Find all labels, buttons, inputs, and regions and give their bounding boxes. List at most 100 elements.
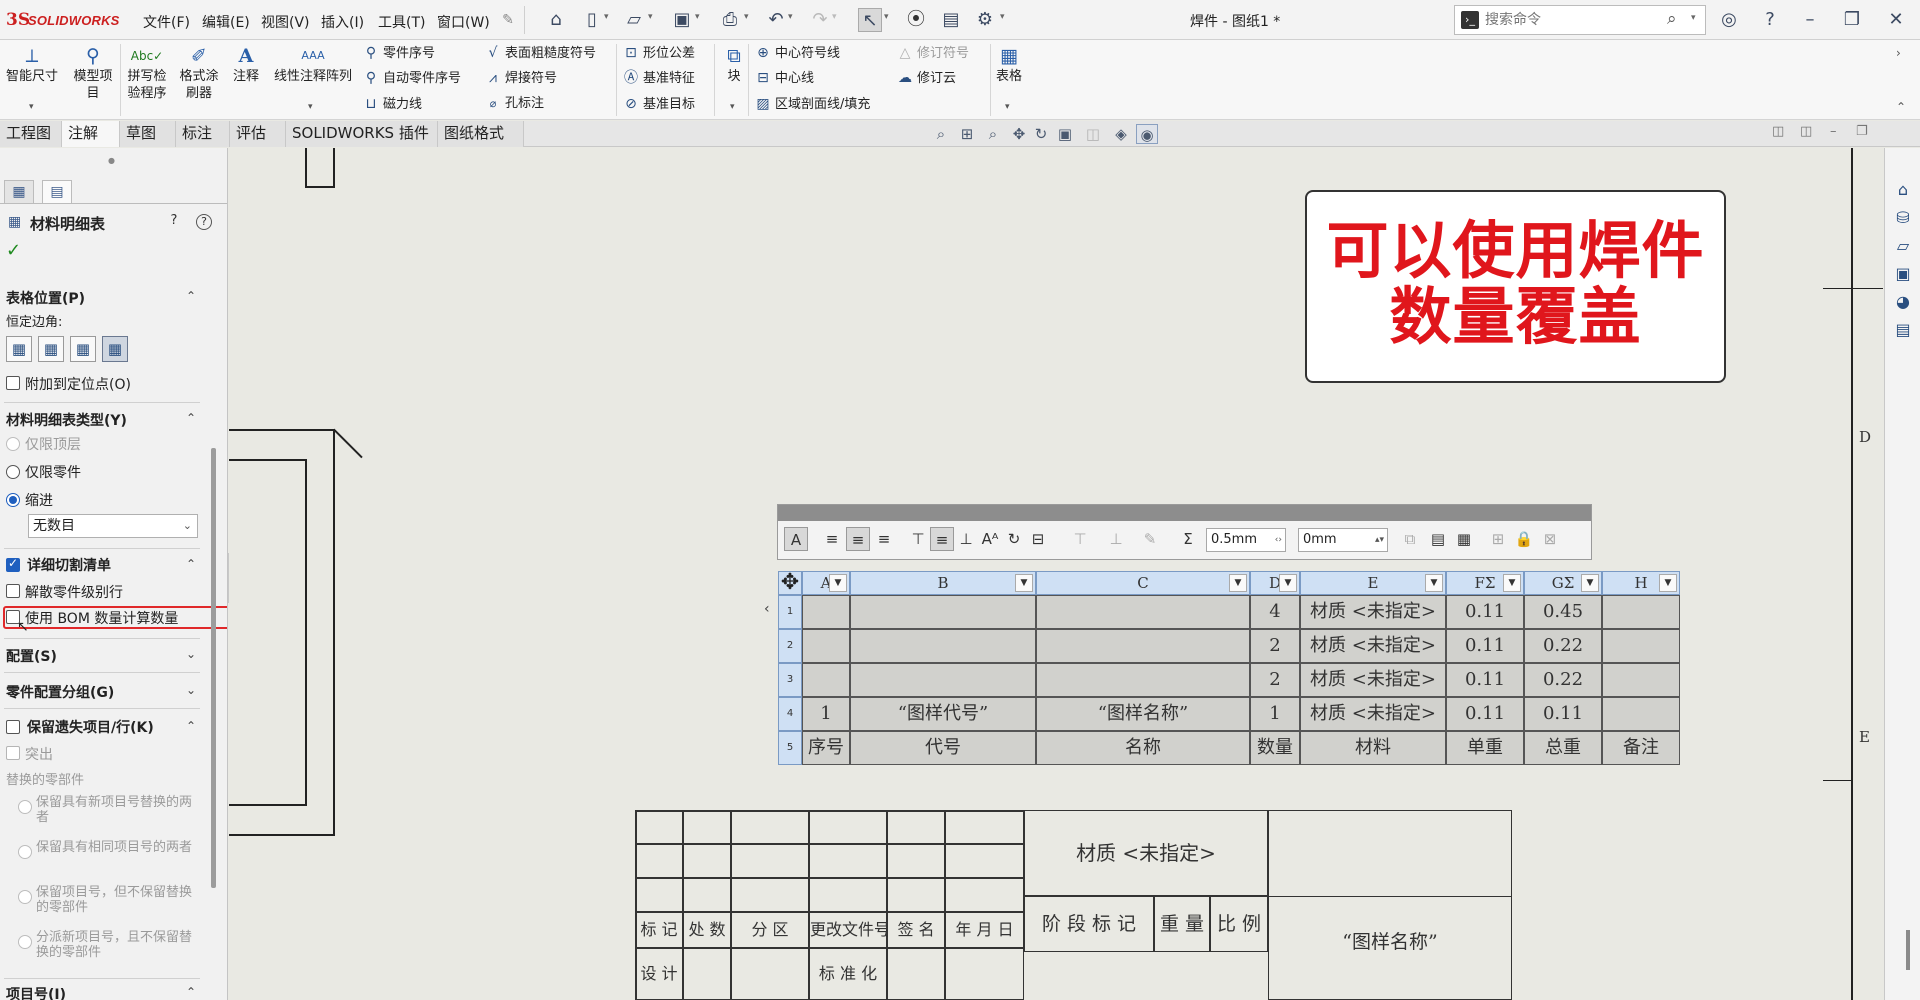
bom-cell[interactable]: 0.11 — [1446, 663, 1524, 697]
bom-header-cell[interactable]: 材料 — [1300, 731, 1446, 765]
bom-cell[interactable] — [802, 595, 850, 629]
attach-to-anchor-checkbox[interactable] — [6, 376, 20, 390]
new-document-icon[interactable]: ▯ — [580, 8, 604, 32]
bom-cell[interactable] — [1602, 663, 1680, 697]
chevron-down-icon[interactable]: ▾ — [730, 102, 735, 112]
whats-wrong-icon[interactable]: ? — [166, 214, 182, 230]
pan-icon[interactable]: ✥ — [1008, 124, 1030, 144]
view-settings-icon[interactable]: ▣ — [1054, 124, 1076, 144]
sum-icon[interactable]: Σ — [1176, 527, 1200, 551]
cell-spacing-spinner[interactable]: 0mm ▴▾ — [1298, 528, 1388, 552]
bom-cell[interactable] — [1036, 663, 1250, 697]
solidworks-logo[interactable]: 3S SOLIDWORKS — [6, 10, 119, 30]
feature-manager-tab-icon[interactable]: ▦ — [4, 180, 34, 204]
menu-view[interactable]: 视图(V) — [261, 12, 310, 32]
doc-restore-icon[interactable]: ❐ — [1856, 124, 1868, 139]
lock-icon[interactable]: 🔒 — [1512, 527, 1536, 551]
bom-cell[interactable]: 0.11 — [1446, 595, 1524, 629]
hide-show-icon[interactable]: ◈ — [1110, 124, 1132, 144]
tile-right-icon[interactable]: ◫ — [1800, 124, 1812, 139]
collapse-arrow-icon[interactable]: ‹ — [764, 601, 770, 617]
previous-view-icon[interactable]: ⌕ — [982, 124, 1004, 144]
insert-row-below-icon[interactable]: ⊥ — [1104, 527, 1128, 551]
bom-cell[interactable] — [802, 663, 850, 697]
centerline-button[interactable]: ⊟ 中心线 — [754, 67, 814, 89]
undo-icon[interactable]: ↶ — [764, 8, 788, 32]
align-right-icon[interactable]: ≡ — [872, 527, 896, 551]
ok-checkmark-icon[interactable]: ✓ — [6, 240, 21, 261]
note-button[interactable]: A 注释 — [228, 44, 264, 85]
chevron-down-icon[interactable]: ▾ — [1691, 13, 1696, 23]
tab-sketch[interactable]: 草图 — [120, 121, 176, 147]
top-level-only-radio[interactable] — [6, 437, 20, 451]
chevron-down-icon[interactable]: ▾ — [1000, 12, 1005, 22]
bom-cell[interactable]: 0.22 — [1524, 663, 1602, 697]
align-center-icon[interactable]: ≡ — [846, 527, 870, 551]
bom-cell[interactable]: 2 — [1250, 629, 1300, 663]
view-palette-icon[interactable]: ▣ — [1891, 262, 1915, 286]
menu-window[interactable]: 窗口(W) — [437, 12, 490, 32]
smart-dimension-button[interactable]: ⟂ 智能尺寸 — [4, 44, 60, 85]
configurations-header[interactable]: 配置(S) — [6, 646, 57, 666]
surface-finish-button[interactable]: √ 表面粗糙度符号 — [484, 42, 596, 64]
appearances-icon[interactable]: ◕ — [1891, 290, 1915, 314]
bom-cell[interactable]: 2 — [1250, 663, 1300, 697]
close-icon[interactable]: ✕ — [1884, 8, 1908, 32]
balloon-button[interactable]: ⚲ 零件序号 — [362, 42, 435, 64]
anchor-top-left-icon[interactable]: ▦ — [6, 336, 32, 362]
drawing-canvas[interactable]: D E 可以使用焊件 数量覆盖 A ≡ ≡ ≡ ⊤ ≡ ⊥ Aᴬ ↻ ⊟ ⊤ ⊥… — [229, 148, 1884, 1000]
indented-radio[interactable] — [6, 493, 20, 507]
bom-cell[interactable]: 材质 <未指定> — [1300, 595, 1446, 629]
display-style-icon[interactable]: ◫ — [1082, 124, 1104, 144]
model-items-button[interactable]: ⚲ 模型项 目 — [66, 44, 120, 102]
toolbar-drag-handle[interactable] — [778, 505, 1591, 521]
column-header-c[interactable]: C ▼ — [1036, 571, 1250, 595]
bom-cell[interactable]: 4 — [1250, 595, 1300, 629]
canvas-scrollbar[interactable] — [1906, 930, 1910, 970]
panel-scrollbar[interactable] — [211, 448, 216, 888]
keep-both-same-number-radio[interactable] — [18, 845, 32, 859]
align-left-icon[interactable]: ≡ — [820, 527, 844, 551]
align-top-icon[interactable]: ⊤ — [906, 527, 930, 551]
bom-cell[interactable]: “图样代号” — [850, 697, 1036, 731]
center-mark-button[interactable]: ⊕ 中心符号线 — [754, 42, 840, 64]
insert-row-above-icon[interactable]: ⊤ — [1068, 527, 1092, 551]
rotate-icon[interactable]: ↻ — [1030, 124, 1052, 144]
bom-cell[interactable] — [1036, 629, 1250, 663]
chevron-down-icon[interactable]: ▾ — [832, 12, 837, 22]
bom-cell[interactable]: 1 — [802, 697, 850, 731]
auto-balloon-button[interactable]: ⚲ 自动零件序号 — [362, 67, 461, 89]
weld-symbol-button[interactable]: ⩘ 焊接符号 — [484, 67, 557, 89]
linear-note-pattern-button[interactable]: AAA 线性注释阵列 — [268, 44, 358, 85]
doc-minimize-icon[interactable]: – — [1830, 124, 1837, 139]
row-number[interactable]: 2 — [778, 629, 802, 663]
move-table-icon[interactable]: ✥ — [778, 571, 802, 595]
copy-format-icon[interactable]: ⧉ — [1398, 527, 1422, 551]
keep-missing-items-checkbox[interactable] — [6, 720, 20, 734]
font-size-icon[interactable]: Aᴬ — [978, 527, 1002, 551]
bom-cell[interactable] — [1602, 697, 1680, 731]
bom-cell[interactable]: 材质 <未指定> — [1300, 697, 1446, 731]
chevron-down-icon[interactable]: ▾ — [884, 12, 889, 22]
bom-header-cell[interactable]: 总重 — [1524, 731, 1602, 765]
text-format-icon[interactable]: A — [784, 527, 808, 551]
revision-cloud-button[interactable]: ☁ 修订云 — [896, 67, 956, 89]
help-icon[interactable]: ? — [196, 214, 212, 230]
menu-file[interactable]: 文件(F) — [143, 12, 190, 32]
row-number[interactable]: 5 — [778, 731, 802, 765]
align-middle-icon[interactable]: ≡ — [930, 527, 954, 551]
item-numbers-header[interactable]: 项目号(I) — [6, 984, 66, 1000]
blocks-button[interactable]: ⧉ 块 — [718, 44, 750, 85]
help-icon[interactable]: ? — [1758, 8, 1782, 32]
search-icon[interactable]: ⌕ — [1667, 9, 1677, 29]
file-properties-icon[interactable]: ▤ — [939, 8, 963, 32]
design-library-icon[interactable]: ⛁ — [1891, 206, 1915, 230]
align-bottom-icon[interactable]: ⊥ — [954, 527, 978, 551]
bom-cell[interactable]: 0.45 — [1524, 595, 1602, 629]
keep-number-only-radio[interactable] — [18, 890, 32, 904]
keep-both-new-number-radio[interactable] — [18, 800, 32, 814]
row-number[interactable]: 1 — [778, 595, 802, 629]
geometric-tolerance-button[interactable]: ⊡ 形位公差 — [622, 42, 695, 64]
menu-edit[interactable]: 编辑(E) — [202, 12, 250, 32]
anchor-bottom-left-icon[interactable]: ▦ — [70, 336, 96, 362]
